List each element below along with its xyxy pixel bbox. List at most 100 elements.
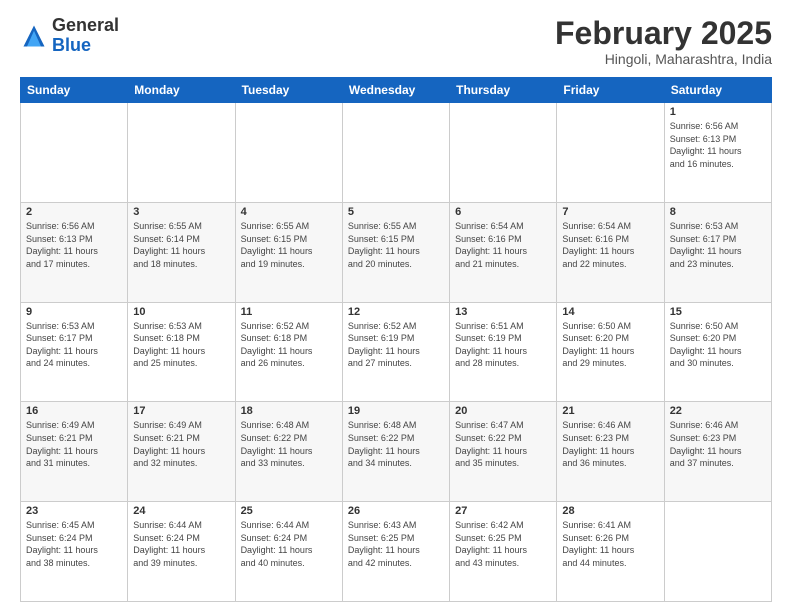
day-number: 12	[348, 306, 444, 318]
table-row	[664, 502, 771, 602]
table-row: 8Sunrise: 6:53 AM Sunset: 6:17 PM Daylig…	[664, 202, 771, 302]
day-info: Sunrise: 6:49 AM Sunset: 6:21 PM Dayligh…	[26, 419, 122, 469]
day-number: 11	[241, 306, 337, 318]
day-number: 10	[133, 306, 229, 318]
table-row: 2Sunrise: 6:56 AM Sunset: 6:13 PM Daylig…	[21, 202, 128, 302]
month-title: February 2025	[555, 16, 772, 51]
calendar-table: Sunday Monday Tuesday Wednesday Thursday…	[20, 77, 772, 602]
day-number: 18	[241, 405, 337, 417]
table-row: 7Sunrise: 6:54 AM Sunset: 6:16 PM Daylig…	[557, 202, 664, 302]
logo-text: General Blue	[52, 16, 119, 56]
table-row: 26Sunrise: 6:43 AM Sunset: 6:25 PM Dayli…	[342, 502, 449, 602]
day-number: 2	[26, 206, 122, 218]
table-row: 11 Sunrise: 6:52 AM Sunset: 6:18 PM Dayli…	[235, 302, 342, 402]
day-info: Sunrise: 6:46 AM Sunset: 6:23 PM Dayligh…	[562, 419, 658, 469]
day-info: Sunrise: 6:51 AM Sunset: 6:19 PM Dayligh…	[455, 320, 551, 370]
day-info: Sunrise: 6:53 AM Sunset: 6:17 PM Dayligh…	[670, 220, 766, 270]
table-row: 6 Sunrise: 6:54 AM Sunset: 6:16 PM Daylig…	[450, 202, 557, 302]
calendar-week-row: 1 Sunrise: 6:56 AM Sunset: 6:13 PM Daylig…	[21, 103, 772, 203]
table-row: 24 Sunrise: 6:44 AM Sunset: 6:24 PM Dayli…	[128, 502, 235, 602]
table-row	[235, 103, 342, 203]
table-row: 12Sunrise: 6:52 AM Sunset: 6:19 PM Dayli…	[342, 302, 449, 402]
calendar-header-row: Sunday Monday Tuesday Wednesday Thursday…	[21, 78, 772, 103]
table-row: 14 Sunrise: 6:50 AM Sunset: 6:20 PM Dayli…	[557, 302, 664, 402]
day-number: 9	[26, 306, 122, 318]
day-number: 15	[670, 306, 766, 318]
page: General Blue February 2025 Hingoli, Maha…	[0, 0, 792, 612]
day-number: 16	[26, 405, 122, 417]
col-saturday: Saturday	[664, 78, 771, 103]
day-number: 14	[562, 306, 658, 318]
day-number: 4	[241, 206, 337, 218]
table-row: 17 Sunrise: 6:49 AM Sunset: 6:21 PM Dayli…	[128, 402, 235, 502]
day-info: Sunrise: 6:42 AM Sunset: 6:25 PM Dayligh…	[455, 519, 551, 569]
table-row: 3 Sunrise: 6:55 AM Sunset: 6:14 PM Daylig…	[128, 202, 235, 302]
table-row: 22 Sunrise: 6:46 AM Sunset: 6:23 PM Dayli…	[664, 402, 771, 502]
day-info: Sunrise: 6:45 AM Sunset: 6:24 PM Dayligh…	[26, 519, 122, 569]
day-info: Sunrise: 6:49 AM Sunset: 6:21 PM Dayligh…	[133, 419, 229, 469]
table-row: 9Sunrise: 6:53 AM Sunset: 6:17 PM Daylig…	[21, 302, 128, 402]
table-row: 21Sunrise: 6:46 AM Sunset: 6:23 PM Dayli…	[557, 402, 664, 502]
day-number: 25	[241, 505, 337, 517]
day-number: 22	[670, 405, 766, 417]
table-row: 25 Sunrise: 6:44 AM Sunset: 6:24 PM Dayli…	[235, 502, 342, 602]
col-thursday: Thursday	[450, 78, 557, 103]
day-info: Sunrise: 6:46 AM Sunset: 6:23 PM Dayligh…	[670, 419, 766, 469]
table-row: 27 Sunrise: 6:42 AM Sunset: 6:25 PM Dayli…	[450, 502, 557, 602]
day-info: Sunrise: 6:50 AM Sunset: 6:20 PM Dayligh…	[562, 320, 658, 370]
table-row: 5 Sunrise: 6:55 AM Sunset: 6:15 PM Daylig…	[342, 202, 449, 302]
day-info: Sunrise: 6:43 AM Sunset: 6:25 PM Dayligh…	[348, 519, 444, 569]
day-info: Sunrise: 6:56 AM Sunset: 6:13 PM Dayligh…	[670, 120, 766, 170]
day-number: 3	[133, 206, 229, 218]
day-info: Sunrise: 6:44 AM Sunset: 6:24 PM Dayligh…	[133, 519, 229, 569]
logo: General Blue	[20, 16, 119, 56]
table-row: 1 Sunrise: 6:56 AM Sunset: 6:13 PM Daylig…	[664, 103, 771, 203]
day-info: Sunrise: 6:52 AM Sunset: 6:18 PM Dayligh…	[241, 320, 337, 370]
col-sunday: Sunday	[21, 78, 128, 103]
calendar-week-row: 9Sunrise: 6:53 AM Sunset: 6:17 PM Daylig…	[21, 302, 772, 402]
logo-icon	[20, 22, 48, 50]
table-row: 4 Sunrise: 6:55 AM Sunset: 6:15 PM Daylig…	[235, 202, 342, 302]
day-info: Sunrise: 6:41 AM Sunset: 6:26 PM Dayligh…	[562, 519, 658, 569]
day-info: Sunrise: 6:53 AM Sunset: 6:18 PM Dayligh…	[133, 320, 229, 370]
day-info: Sunrise: 6:55 AM Sunset: 6:15 PM Dayligh…	[241, 220, 337, 270]
day-number: 28	[562, 505, 658, 517]
day-number: 23	[26, 505, 122, 517]
table-row	[21, 103, 128, 203]
day-number: 7	[562, 206, 658, 218]
table-row: 18Sunrise: 6:48 AM Sunset: 6:22 PM Dayli…	[235, 402, 342, 502]
day-info: Sunrise: 6:50 AM Sunset: 6:20 PM Dayligh…	[670, 320, 766, 370]
title-block: February 2025 Hingoli, Maharashtra, Indi…	[555, 16, 772, 67]
day-info: Sunrise: 6:54 AM Sunset: 6:16 PM Dayligh…	[455, 220, 551, 270]
table-row	[450, 103, 557, 203]
table-row	[342, 103, 449, 203]
table-row: 10 Sunrise: 6:53 AM Sunset: 6:18 PM Dayli…	[128, 302, 235, 402]
calendar-week-row: 16 Sunrise: 6:49 AM Sunset: 6:21 PM Dayli…	[21, 402, 772, 502]
day-info: Sunrise: 6:44 AM Sunset: 6:24 PM Dayligh…	[241, 519, 337, 569]
day-number: 1	[670, 106, 766, 118]
col-tuesday: Tuesday	[235, 78, 342, 103]
table-row: 23 Sunrise: 6:45 AM Sunset: 6:24 PM Dayli…	[21, 502, 128, 602]
logo-blue: Blue	[52, 35, 91, 55]
logo-general: General	[52, 15, 119, 35]
header: General Blue February 2025 Hingoli, Maha…	[20, 16, 772, 67]
col-monday: Monday	[128, 78, 235, 103]
day-number: 17	[133, 405, 229, 417]
day-info: Sunrise: 6:55 AM Sunset: 6:15 PM Dayligh…	[348, 220, 444, 270]
table-row	[557, 103, 664, 203]
calendar-week-row: 23 Sunrise: 6:45 AM Sunset: 6:24 PM Dayli…	[21, 502, 772, 602]
table-row: 13 Sunrise: 6:51 AM Sunset: 6:19 PM Dayli…	[450, 302, 557, 402]
day-number: 24	[133, 505, 229, 517]
day-number: 5	[348, 206, 444, 218]
day-number: 6	[455, 206, 551, 218]
table-row: 19Sunrise: 6:48 AM Sunset: 6:22 PM Dayli…	[342, 402, 449, 502]
col-friday: Friday	[557, 78, 664, 103]
day-number: 13	[455, 306, 551, 318]
day-number: 20	[455, 405, 551, 417]
day-info: Sunrise: 6:55 AM Sunset: 6:14 PM Dayligh…	[133, 220, 229, 270]
table-row: 28 Sunrise: 6:41 AM Sunset: 6:26 PM Dayli…	[557, 502, 664, 602]
table-row: 16 Sunrise: 6:49 AM Sunset: 6:21 PM Dayli…	[21, 402, 128, 502]
day-number: 27	[455, 505, 551, 517]
day-info: Sunrise: 6:48 AM Sunset: 6:22 PM Dayligh…	[348, 419, 444, 469]
location-subtitle: Hingoli, Maharashtra, India	[555, 51, 772, 67]
